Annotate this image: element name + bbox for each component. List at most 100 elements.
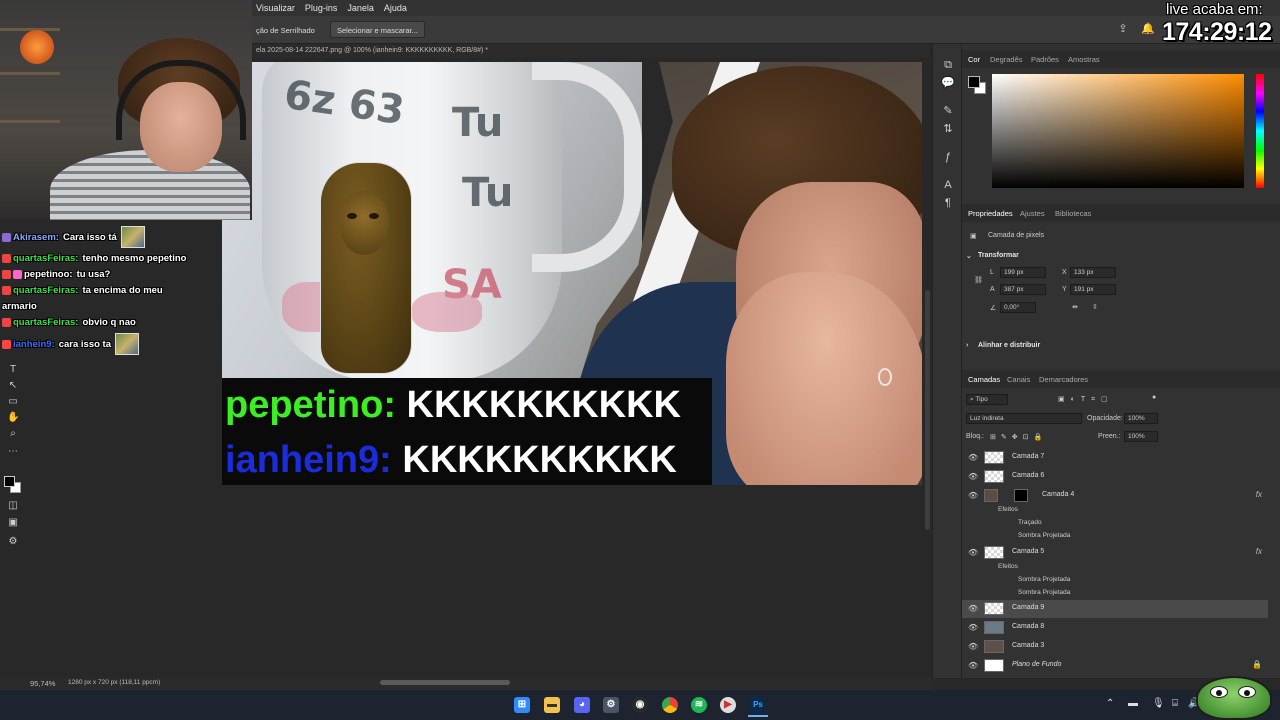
effect-item[interactable]: Sombra Projetada [1018,576,1070,583]
color-field[interactable] [992,74,1244,188]
link-icon[interactable]: ⛓ [974,276,983,284]
fx-icon[interactable]: fx [1256,547,1262,556]
pepetino-figure[interactable] [320,162,412,374]
flip-horizontal-icon[interactable]: ⇹ [1072,303,1078,311]
y-field[interactable]: 191 px [1070,284,1116,295]
zoom-level[interactable]: 95,74% [30,679,55,688]
foreground-color-swatch[interactable] [4,476,15,487]
microphone-icon[interactable]: 🎙 [1152,698,1165,709]
hue-slider[interactable] [1256,74,1264,188]
layer-row[interactable]: 👁 Camada 3 [962,638,1268,656]
tab-canais[interactable]: Canais [1007,375,1030,384]
layer-row[interactable]: 👁 Camada 5 fx [962,544,1268,562]
visibility-eye-icon[interactable]: 👁 [968,453,978,462]
layer-row[interactable]: 👁 Camada 8 [962,619,1268,637]
layer-row-selected[interactable]: 👁 Camada 9 [962,600,1268,618]
photoshop-icon[interactable]: Ps [750,697,766,713]
quick-mask-icon[interactable]: ◫ [7,500,19,512]
settings-icon[interactable]: ⚙ [603,697,619,713]
chrome-icon[interactable] [662,697,678,713]
type-tool-icon[interactable]: T [7,364,19,376]
x-field[interactable]: 133 px [1070,267,1116,278]
lock-icons[interactable]: ⊞✎✥⊡🔒 [990,433,1047,441]
tray-app-icon[interactable]: ▬ [1128,698,1138,709]
discord-icon[interactable]: ◕ [574,697,590,713]
layer-filter-icons[interactable]: ▣◐T⌗▢ [1058,395,1114,404]
network-icon[interactable]: ⌸ [1172,698,1178,709]
tab-bibliotecas[interactable]: Bibliotecas [1055,209,1091,218]
fill-field[interactable]: 100% [1124,431,1158,442]
foreground-swatch[interactable] [968,76,980,88]
layer-filter-select[interactable]: ⌕ Tipo [966,394,1008,405]
comment-icon[interactable]: 💬 [941,76,955,90]
menu-janela[interactable]: Janela [347,3,374,13]
obs-icon[interactable]: ◉ [632,697,648,713]
filter-toggle-icon[interactable]: ● [1152,394,1156,401]
transform-title[interactable]: Transformar [978,252,1019,259]
visibility-eye-icon[interactable]: 👁 [968,623,978,632]
tab-demarcadores[interactable]: Demarcadores [1039,375,1088,384]
tab-degrades[interactable]: Degradês [990,55,1023,64]
menu-visualizar[interactable]: Visualizar [256,3,295,13]
layer-row[interactable]: 👁 Camada 7 [962,449,1268,467]
lamp [20,30,54,64]
visibility-eye-icon[interactable]: 👁 [968,604,978,613]
visibility-eye-icon[interactable]: 👁 [968,661,978,670]
angle-field[interactable]: 0,00° [1000,302,1036,313]
tab-ajustes[interactable]: Ajustes [1020,209,1045,218]
align-chevron-icon[interactable]: › [966,342,968,349]
notification-icon[interactable]: 🔔 [1141,22,1155,36]
tab-propriedades[interactable]: Propriedades [968,209,1013,218]
move-tool-icon[interactable]: ↖ [7,380,19,392]
paragraph-icon[interactable]: ¶ [941,196,955,210]
brush-icon[interactable]: ✎ [941,104,955,118]
width-field[interactable]: 199 px [1000,267,1046,278]
effect-item[interactable]: Sombra Projetada [1018,532,1070,539]
adjust-icon[interactable]: ⇅ [941,122,955,136]
height-field[interactable]: 387 px [1000,284,1046,295]
align-title[interactable]: Alinhar e distribuir [978,342,1040,349]
screen-mode-icon[interactable]: ▣ [7,517,19,529]
horizontal-scrollbar[interactable] [380,680,510,685]
tab-cor[interactable]: Cor [968,55,980,64]
menu-ajuda[interactable]: Ajuda [384,3,407,13]
fx-icon[interactable]: fx [1256,490,1262,499]
tab-padroes[interactable]: Padrões [1031,55,1059,64]
vertical-scrollbar[interactable] [925,290,930,530]
effect-item[interactable]: Traçado [1018,519,1042,526]
plugin-icon[interactable]: ⧉ [941,58,955,72]
flip-vertical-icon[interactable]: ⇳ [1092,303,1098,311]
share-icon[interactable]: ⇪ [1116,22,1130,36]
visibility-eye-icon[interactable]: 👁 [968,472,978,481]
hand-tool-icon[interactable]: ✋ [7,412,19,424]
layer-row[interactable]: 👁 Camada 4 fx [962,487,1268,505]
file-explorer-icon[interactable]: ▬ [544,697,560,713]
more-tools-icon[interactable]: ⋯ [7,446,19,458]
menu-plugins[interactable]: Plug-ins [305,3,338,13]
document-info[interactable]: 1280 px x 720 px (118,11 ppcm) [68,679,160,686]
tray-chevron-icon[interactable]: ⌃ [1106,698,1114,709]
fx-icon[interactable]: ƒ [941,150,955,164]
antialias-option[interactable]: ção de Serrilhado [256,26,315,35]
layer-row[interactable]: 👁 Camada 6 [962,468,1268,486]
windows-start-icon[interactable]: ⊞ [514,697,530,713]
tab-camadas[interactable]: Camadas [968,375,1000,384]
settings-icon[interactable]: ⚙ [7,536,19,548]
blend-mode-select[interactable]: Luz indireta [966,413,1082,424]
spotify-icon[interactable]: ≋ [691,697,707,713]
zoom-tool-icon[interactable]: ⌕ [7,428,19,440]
visibility-eye-icon[interactable]: 👁 [968,548,978,557]
character-icon[interactable]: A [941,178,955,192]
transform-chevron-icon[interactable]: ⌄ [966,252,972,260]
document-tab[interactable]: ela 2025-08-14 222647.png @ 100% (ianhei… [254,44,930,58]
tab-amostras[interactable]: Amostras [1068,55,1100,64]
visibility-eye-icon[interactable]: 👁 [968,642,978,651]
effect-item[interactable]: Sombra Projetada [1018,589,1070,596]
layer-mask-thumb[interactable] [1014,489,1028,502]
visibility-eye-icon[interactable]: 👁 [968,491,978,500]
media-player-icon[interactable]: ▶ [720,697,736,713]
layer-row[interactable]: 👁 Plano de Fundo 🔒 [962,657,1268,675]
opacity-field[interactable]: 100% [1124,413,1158,424]
rectangle-tool-icon[interactable]: ▭ [7,396,19,408]
select-and-mask-button[interactable]: Selecionar e mascarar... [330,21,425,38]
